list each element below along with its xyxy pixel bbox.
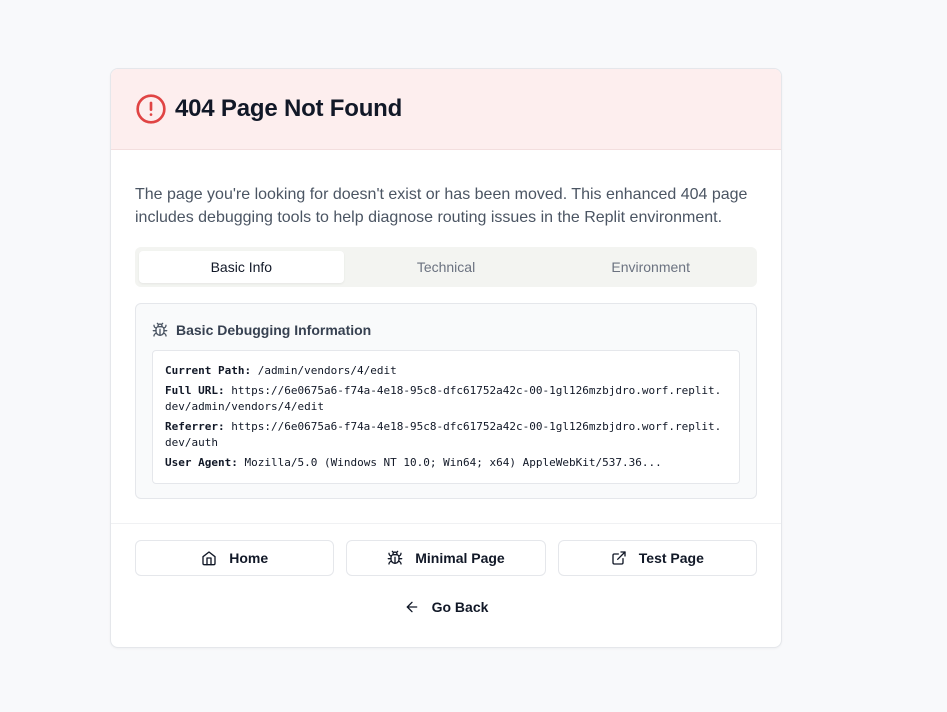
- card-body: The page you're looking for doesn't exis…: [111, 183, 781, 499]
- debug-key: Full URL:: [165, 384, 225, 397]
- debug-panel-header: Basic Debugging Information: [152, 320, 740, 340]
- debug-key: Current Path:: [165, 364, 252, 377]
- home-icon: [202, 551, 216, 566]
- tab-list: Basic Info Technical Environment: [135, 247, 757, 287]
- go-back-label: Go Back: [431, 599, 489, 615]
- action-buttons: Home Minimal Page Test Page: [111, 524, 781, 576]
- go-back-button[interactable]: Go Back: [111, 593, 781, 621]
- debug-value: https://6e0675a6-f74a-4e18-95c8-dfc61752…: [165, 384, 722, 413]
- bug-icon: [152, 322, 168, 338]
- bug-icon: [387, 550, 403, 565]
- card-header: 404 Page Not Found: [111, 69, 781, 150]
- debug-row-user-agent: User Agent: Mozilla/5.0 (Windows NT 10.0…: [165, 455, 727, 471]
- debug-panel: Basic Debugging Information Current Path…: [135, 303, 757, 499]
- home-button-label: Home: [229, 550, 269, 566]
- minimal-page-button[interactable]: Minimal Page: [346, 540, 546, 576]
- debug-value: Mozilla/5.0 (Windows NT 10.0; Win64; x64…: [244, 456, 662, 469]
- debug-value: /admin/vendors/4/edit: [257, 364, 397, 377]
- tab-environment[interactable]: Environment: [548, 251, 753, 283]
- debug-row-full-url: Full URL: https://6e0675a6-f74a-4e18-95c…: [165, 383, 727, 415]
- minimal-page-button-label: Minimal Page: [415, 550, 505, 566]
- debug-key: User Agent:: [165, 456, 238, 469]
- tab-basic-info[interactable]: Basic Info: [139, 251, 344, 283]
- not-found-card: 404 Page Not Found The page you're looki…: [110, 68, 782, 648]
- debug-key: Referrer:: [165, 420, 225, 433]
- page-title: 404 Page Not Found: [175, 95, 403, 122]
- debug-row-current-path: Current Path: /admin/vendors/4/edit: [165, 363, 727, 379]
- test-page-button-label: Test Page: [638, 550, 704, 566]
- debug-row-referrer: Referrer: https://6e0675a6-f74a-4e18-95c…: [165, 419, 727, 451]
- arrow-left-icon: [406, 601, 417, 613]
- home-button[interactable]: Home: [135, 540, 335, 576]
- debug-value: https://6e0675a6-f74a-4e18-95c8-dfc61752…: [165, 420, 722, 449]
- debug-info-box: Current Path: /admin/vendors/4/edit Full…: [152, 350, 740, 484]
- external-link-icon: [612, 551, 626, 565]
- debug-panel-title: Basic Debugging Information: [176, 322, 372, 338]
- tab-technical[interactable]: Technical: [344, 251, 549, 283]
- test-page-button[interactable]: Test Page: [557, 540, 757, 576]
- description-text: The page you're looking for doesn't exis…: [135, 186, 748, 226]
- alert-circle-icon: [135, 93, 167, 125]
